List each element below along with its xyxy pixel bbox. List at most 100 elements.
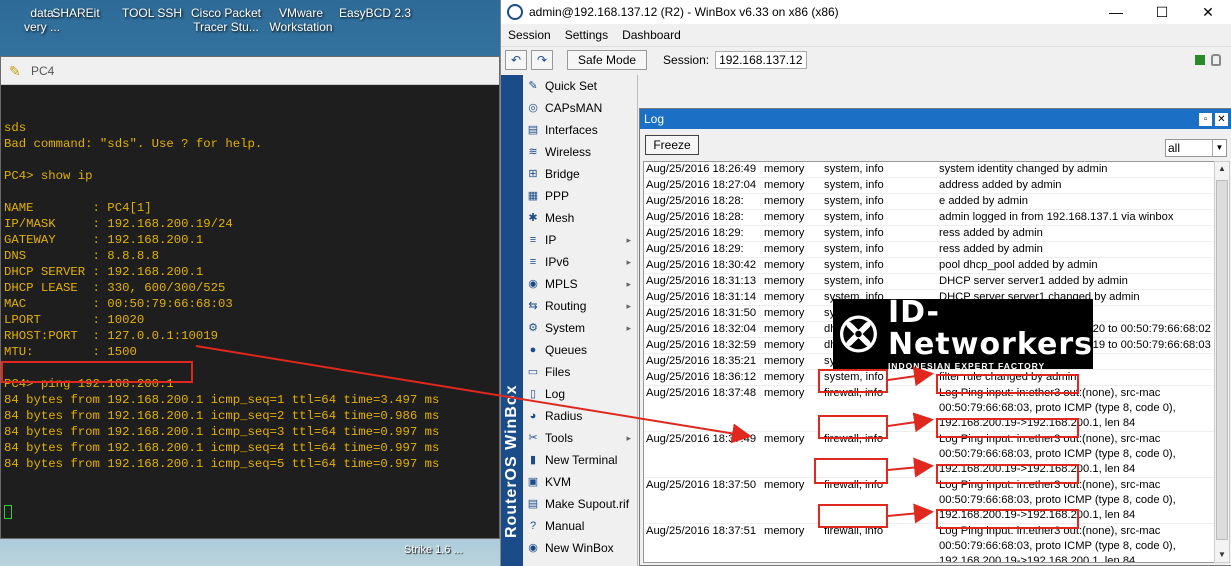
- sidebar-item-new-winbox[interactable]: ◉ New WinBox: [523, 537, 637, 559]
- minimize-icon[interactable]: —: [1093, 4, 1139, 20]
- sidebar-item-ppp[interactable]: ▦ PPP: [523, 185, 637, 207]
- log-topics: system, info: [824, 195, 884, 207]
- sidebar-item-files[interactable]: ▭ Files: [523, 361, 637, 383]
- sidebar-item-capsman[interactable]: ◎ CAPsMAN: [523, 97, 637, 119]
- freeze-button[interactable]: Freeze: [645, 135, 699, 155]
- desktop-shortcut[interactable]: SHAREit: [34, 6, 118, 20]
- sidebar-item-system[interactable]: ⚙ System ▸: [523, 317, 637, 339]
- sidebar-item-mesh[interactable]: ✱ Mesh: [523, 207, 637, 229]
- sidebar-item-label: New Terminal: [545, 453, 618, 467]
- log-time: Aug/25/2016 18:28:: [646, 195, 744, 207]
- log-buffer: memory: [764, 275, 805, 287]
- sidebar-item-tools[interactable]: ✂ Tools ▸: [523, 427, 637, 449]
- files-icon: ▭: [527, 366, 539, 378]
- supout-icon: ▤: [527, 498, 539, 510]
- ipv6-icon: ≡: [529, 256, 537, 268]
- terminal-line: 84 bytes from 192.168.200.1 icmp_seq=1 t…: [4, 393, 440, 407]
- winbox-window[interactable]: admin@192.168.137.12 (R2) - WinBox v6.33…: [500, 0, 1231, 566]
- desktop-shortcut[interactable]: TOOL SSH: [110, 6, 194, 20]
- log-topics: firewall, info: [824, 525, 884, 537]
- sidebar-item-kvm[interactable]: ▣ KVM: [523, 471, 637, 493]
- menu-settings[interactable]: Settings: [558, 28, 615, 42]
- winbox-title-bar[interactable]: admin@192.168.137.12 (R2) - WinBox v6.33…: [501, 0, 1231, 24]
- desktop-shortcut-label: TOOL SSH: [121, 6, 183, 20]
- log-buffer: memory: [764, 179, 805, 191]
- restore-icon[interactable]: ▫: [1199, 112, 1212, 126]
- scroll-down-icon[interactable]: ▼: [1215, 548, 1229, 562]
- log-row[interactable]: Aug/25/2016 18:30:42 memory system, info po…: [644, 258, 1214, 274]
- sidebar-item-label: KVM: [545, 475, 572, 489]
- log-time: Aug/25/2016 18:31:14: [646, 291, 757, 303]
- maximize-icon[interactable]: ☐: [1139, 4, 1185, 21]
- log-title-bar[interactable]: Log ▫ ✕: [640, 109, 1231, 129]
- log-row[interactable]: Aug/25/2016 18:27:04 memory system, info ad…: [644, 178, 1214, 194]
- log-row[interactable]: Aug/25/2016 18:28: memory system, info admi…: [644, 210, 1214, 226]
- routing-icon: ⇆: [528, 300, 538, 312]
- sidebar-item-ip[interactable]: ≡ IP ▸: [523, 229, 637, 251]
- log-scrollbar[interactable]: ▲ ▼: [1214, 161, 1230, 563]
- log-row[interactable]: Aug/25/2016 18:37:50 memory firewall, info…: [644, 478, 1214, 524]
- id-networkers-watermark: ID-Networkers INDONESIAN EXPERT FACTORY: [833, 297, 1093, 371]
- undo-icon[interactable]: ↶: [505, 49, 527, 70]
- sidebar-item-new-terminal[interactable]: ▮ New Terminal: [523, 449, 637, 471]
- sidebar-item-bridge[interactable]: ⊞ Bridge: [523, 163, 637, 185]
- message-highlight: [936, 418, 1079, 438]
- close-icon[interactable]: ✕: [1215, 112, 1228, 126]
- sidebar-item-make-supout-rif[interactable]: ▤ Make Supout.rif: [523, 493, 637, 515]
- safe-mode-button[interactable]: Safe Mode: [567, 49, 648, 70]
- sidebar-item-queues[interactable]: ● Queues: [523, 339, 637, 361]
- desktop-shortcut[interactable]: VMware Workstation: [259, 6, 343, 34]
- menu-dashboard[interactable]: Dashboard: [615, 28, 688, 42]
- chevron-down-icon[interactable]: ▼: [1212, 140, 1226, 156]
- log-time: Aug/25/2016 18:29:: [646, 243, 744, 255]
- log-time: Aug/25/2016 18:37:50: [646, 479, 757, 491]
- scroll-thumb[interactable]: [1216, 180, 1228, 540]
- system-icon: ⚙: [528, 322, 538, 334]
- pc4-title-bar[interactable]: ✎ PC4: [1, 57, 499, 85]
- log-row[interactable]: Aug/25/2016 18:37:49 memory firewall, info…: [644, 432, 1214, 478]
- session-field[interactable]: 192.168.137.12: [715, 50, 807, 69]
- terminal-line: MAC : 00:50:79:66:68:03: [4, 297, 233, 311]
- log-time: Aug/25/2016 18:37:51: [646, 525, 757, 537]
- log-row[interactable]: Aug/25/2016 18:37:48 memory firewall, info…: [644, 386, 1214, 432]
- topic-highlight: [818, 369, 888, 393]
- log-topics: system, info: [824, 163, 884, 175]
- sidebar-item-radius[interactable]: ◕ Radius: [523, 405, 637, 427]
- log-row[interactable]: Aug/25/2016 18:29: memory system, info ress…: [644, 226, 1214, 242]
- lock-icon: [1211, 53, 1221, 66]
- sidebar-item-mpls[interactable]: ◉ MPLS ▸: [523, 273, 637, 295]
- log-message: pool dhcp_pool added by admin: [939, 258, 1214, 273]
- log-time: Aug/25/2016 18:36:12: [646, 371, 757, 383]
- log-row[interactable]: Aug/25/2016 18:31:13 memory system, info DH…: [644, 274, 1214, 290]
- sidebar-item-routing[interactable]: ⇆ Routing ▸: [523, 295, 637, 317]
- log-row[interactable]: Aug/25/2016 18:29: memory system, info ress…: [644, 242, 1214, 258]
- sidebar-item-quick-set[interactable]: ✎ Quick Set: [523, 75, 637, 97]
- sidebar-item-log[interactable]: ▯ Log: [523, 383, 637, 405]
- log-row[interactable]: Aug/25/2016 18:36:12 memory system, info fi…: [644, 370, 1214, 386]
- pc4-terminal-window[interactable]: ✎ PC4 sds Bad command: "sds". Use ? for h…: [0, 56, 500, 539]
- ppp-icon: ▦: [527, 190, 539, 202]
- menu-session[interactable]: Session: [501, 28, 558, 42]
- terminal-output[interactable]: sds Bad command: "sds". Use ? for help. PC…: [1, 85, 499, 566]
- log-filter-select[interactable]: all ▼: [1165, 139, 1227, 157]
- desktop-shortcut[interactable]: Cisco Packet Tracer Stu...: [184, 6, 268, 34]
- log-window[interactable]: Log ▫ ✕ Freeze all ▼ Aug/25/2016 18:26:4…: [639, 108, 1231, 566]
- sidebar-item-wireless[interactable]: ≋ Wireless: [523, 141, 637, 163]
- log-buffer: memory: [764, 371, 805, 383]
- sidebar-item-ipv6[interactable]: ≡ IPv6 ▸: [523, 251, 637, 273]
- redo-icon[interactable]: ↷: [531, 49, 553, 70]
- log-time: Aug/25/2016 18:32:59: [646, 339, 757, 351]
- log-buffer: memory: [764, 387, 805, 399]
- sidebar-item-manual[interactable]: ? Manual: [523, 515, 637, 537]
- log-row[interactable]: Aug/25/2016 18:37:51 memory firewall, info…: [644, 524, 1214, 562]
- submenu-arrow-icon: ▸: [626, 322, 631, 333]
- desktop-shortcut[interactable]: EasyBCD 2.3: [333, 6, 417, 20]
- sidebar-item-interfaces[interactable]: ▤ Interfaces: [523, 119, 637, 141]
- log-row[interactable]: Aug/25/2016 18:28: memory system, info e ad…: [644, 194, 1214, 210]
- id-networkers-logo: [839, 315, 877, 353]
- log-row[interactable]: Aug/25/2016 18:26:49 memory system, info sy…: [644, 162, 1214, 178]
- log-topics: system, info: [824, 259, 884, 271]
- close-icon[interactable]: ✕: [1185, 4, 1231, 21]
- scroll-up-icon[interactable]: ▲: [1215, 162, 1229, 176]
